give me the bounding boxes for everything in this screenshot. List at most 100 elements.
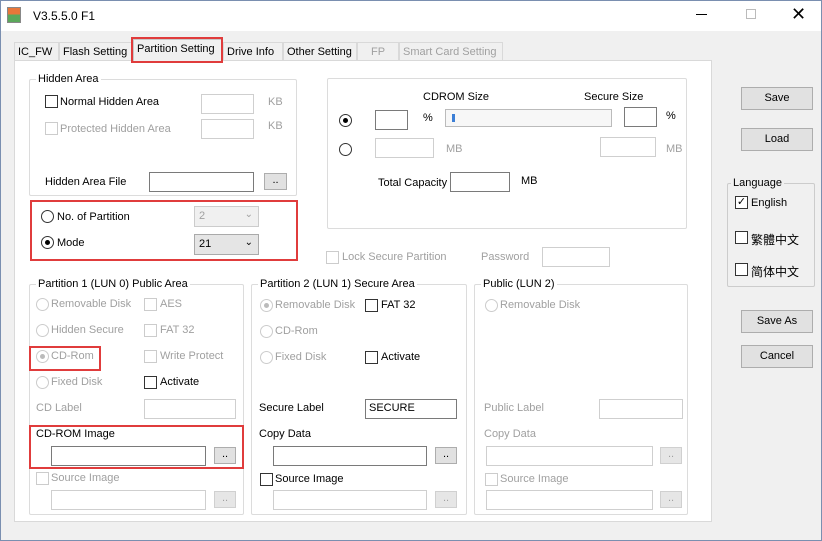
cdrom-percent-input[interactable]	[375, 110, 408, 130]
normal-hidden-size-input[interactable]	[201, 94, 254, 114]
english-label: English	[751, 197, 788, 209]
slider-thumb[interactable]	[452, 114, 455, 122]
p2-activate-checkbox[interactable]	[365, 351, 378, 364]
total-capacity-input[interactable]	[450, 172, 510, 192]
p3-source-image-browse-button[interactable]: ..	[660, 491, 682, 508]
p2-removable-disk-label: Removable Disk	[275, 299, 356, 311]
tab-ic-fw[interactable]: IC_FW	[14, 42, 59, 61]
p1-write-protect-checkbox[interactable]	[144, 350, 157, 363]
tab-fp[interactable]: FP	[357, 42, 399, 61]
load-button[interactable]: Load	[741, 128, 813, 151]
lock-secure-partition-label: Lock Secure Partition	[342, 251, 447, 263]
p1-activate-checkbox[interactable]	[144, 376, 157, 389]
p2-secure-label-input[interactable]: SECURE	[365, 399, 457, 419]
p1-cd-label-input[interactable]	[144, 399, 236, 419]
tab-flash-setting[interactable]: Flash Setting	[59, 42, 132, 61]
p2-copy-data-input[interactable]	[273, 446, 427, 466]
p2-fat32-checkbox[interactable]	[365, 299, 378, 312]
p1-fixed-disk-radio[interactable]	[36, 376, 49, 389]
protected-hidden-size-input[interactable]	[201, 119, 254, 139]
tab-other-setting[interactable]: Other Setting	[283, 42, 357, 61]
p2-fat32-label: FAT 32	[381, 299, 416, 311]
traditional-chinese-checkbox[interactable]	[735, 231, 748, 244]
group-title: Partition 1 (LUN 0) Public Area	[36, 278, 190, 290]
p1-source-image-label: Source Image	[51, 472, 120, 484]
kb-unit: KB	[268, 96, 283, 108]
p2-activate-label: Activate	[381, 351, 421, 363]
p1-aes-checkbox[interactable]	[144, 298, 157, 311]
p3-copy-data-input[interactable]	[486, 446, 653, 466]
hidden-area-file-input[interactable]	[149, 172, 254, 192]
group-title: Public (LUN 2)	[481, 278, 557, 290]
size-slider[interactable]	[445, 109, 612, 127]
p2-removable-disk-radio[interactable]	[260, 299, 273, 312]
group-title: Partition 2 (LUN 1) Secure Area	[258, 278, 417, 290]
p1-aes-label: AES	[160, 298, 183, 310]
p1-fat32-label: FAT 32	[160, 324, 195, 336]
secure-percent-input[interactable]	[624, 107, 657, 127]
title-bar: V3.5.5.0 F1 ✕	[1, 1, 821, 31]
p1-fat32-checkbox[interactable]	[144, 324, 157, 337]
window-title: V3.5.5.0 F1	[33, 9, 96, 23]
p3-source-image-label: Source Image	[500, 473, 569, 485]
p2-fixed-disk-radio[interactable]	[260, 351, 273, 364]
cancel-button[interactable]: Cancel	[741, 345, 813, 368]
p1-source-image-input[interactable]	[51, 490, 206, 510]
save-button[interactable]: Save	[741, 87, 813, 110]
p1-source-image-checkbox[interactable]	[36, 472, 49, 485]
save-as-button[interactable]: Save As	[741, 310, 813, 333]
total-capacity-label: Total Capacity	[378, 177, 448, 189]
close-icon[interactable]: ✕	[791, 4, 806, 25]
percent-mode-radio[interactable]	[339, 114, 352, 127]
minimize-icon[interactable]	[696, 14, 707, 15]
p2-cdrom-radio[interactable]	[260, 325, 273, 338]
highlight-box	[29, 425, 244, 469]
mb-mode-radio[interactable]	[339, 143, 352, 156]
percent-unit: %	[423, 112, 433, 124]
highlight-box	[29, 346, 101, 371]
p3-source-image-input[interactable]	[486, 490, 653, 510]
p3-public-label-input[interactable]	[599, 399, 683, 419]
p2-copy-data-label: Copy Data	[259, 428, 311, 440]
app-icon	[7, 7, 21, 23]
p2-source-image-checkbox[interactable]	[260, 473, 273, 486]
mb-unit: MB	[446, 143, 463, 155]
hidden-area-file-label: Hidden Area File	[45, 176, 127, 188]
cdrom-size-label: CDROM Size	[423, 91, 490, 103]
highlight-box	[30, 200, 298, 261]
protected-hidden-area-checkbox[interactable]	[45, 122, 58, 135]
maximize-icon[interactable]	[746, 9, 756, 19]
simplified-chinese-checkbox[interactable]	[735, 263, 748, 276]
p1-removable-disk-label: Removable Disk	[51, 298, 132, 310]
p3-removable-disk-radio[interactable]	[485, 299, 498, 312]
p2-copy-data-browse-button[interactable]: ..	[435, 447, 457, 464]
p1-hidden-secure-radio[interactable]	[36, 324, 49, 337]
mb-unit: MB	[521, 175, 538, 187]
p3-removable-disk-label: Removable Disk	[500, 299, 581, 311]
highlight-box	[131, 37, 223, 63]
p1-cd-label-label: CD Label	[36, 402, 82, 414]
secure-size-label: Secure Size	[584, 91, 644, 103]
p2-source-image-browse-button[interactable]: ..	[435, 491, 457, 508]
lock-secure-partition-checkbox[interactable]	[326, 251, 339, 264]
tab-smart-card-setting[interactable]: Smart Card Setting	[399, 42, 503, 61]
p1-removable-disk-radio[interactable]	[36, 298, 49, 311]
normal-hidden-area-label: Normal Hidden Area	[60, 96, 160, 108]
english-checkbox[interactable]: ✓	[735, 196, 748, 209]
p1-write-protect-label: Write Protect	[160, 350, 224, 362]
p1-hidden-secure-label: Hidden Secure	[51, 324, 124, 336]
mb-unit: MB	[666, 143, 683, 155]
app-window: V3.5.5.0 F1 ✕ IC_FW Flash Setting Partit…	[0, 0, 822, 541]
kb-unit: KB	[268, 120, 283, 132]
p1-activate-label: Activate	[160, 376, 200, 388]
hidden-area-browse-button[interactable]: ..	[264, 173, 287, 190]
tab-drive-info[interactable]: Drive Info	[223, 42, 283, 61]
cdrom-mb-input[interactable]	[375, 138, 434, 158]
password-input[interactable]	[542, 247, 610, 267]
normal-hidden-area-checkbox[interactable]	[45, 95, 58, 108]
p3-source-image-checkbox[interactable]	[485, 473, 498, 486]
p2-source-image-input[interactable]	[273, 490, 427, 510]
secure-mb-input[interactable]	[600, 137, 656, 157]
p1-source-image-browse-button[interactable]: ..	[214, 491, 236, 508]
p3-copy-data-browse-button[interactable]: ..	[660, 447, 682, 464]
